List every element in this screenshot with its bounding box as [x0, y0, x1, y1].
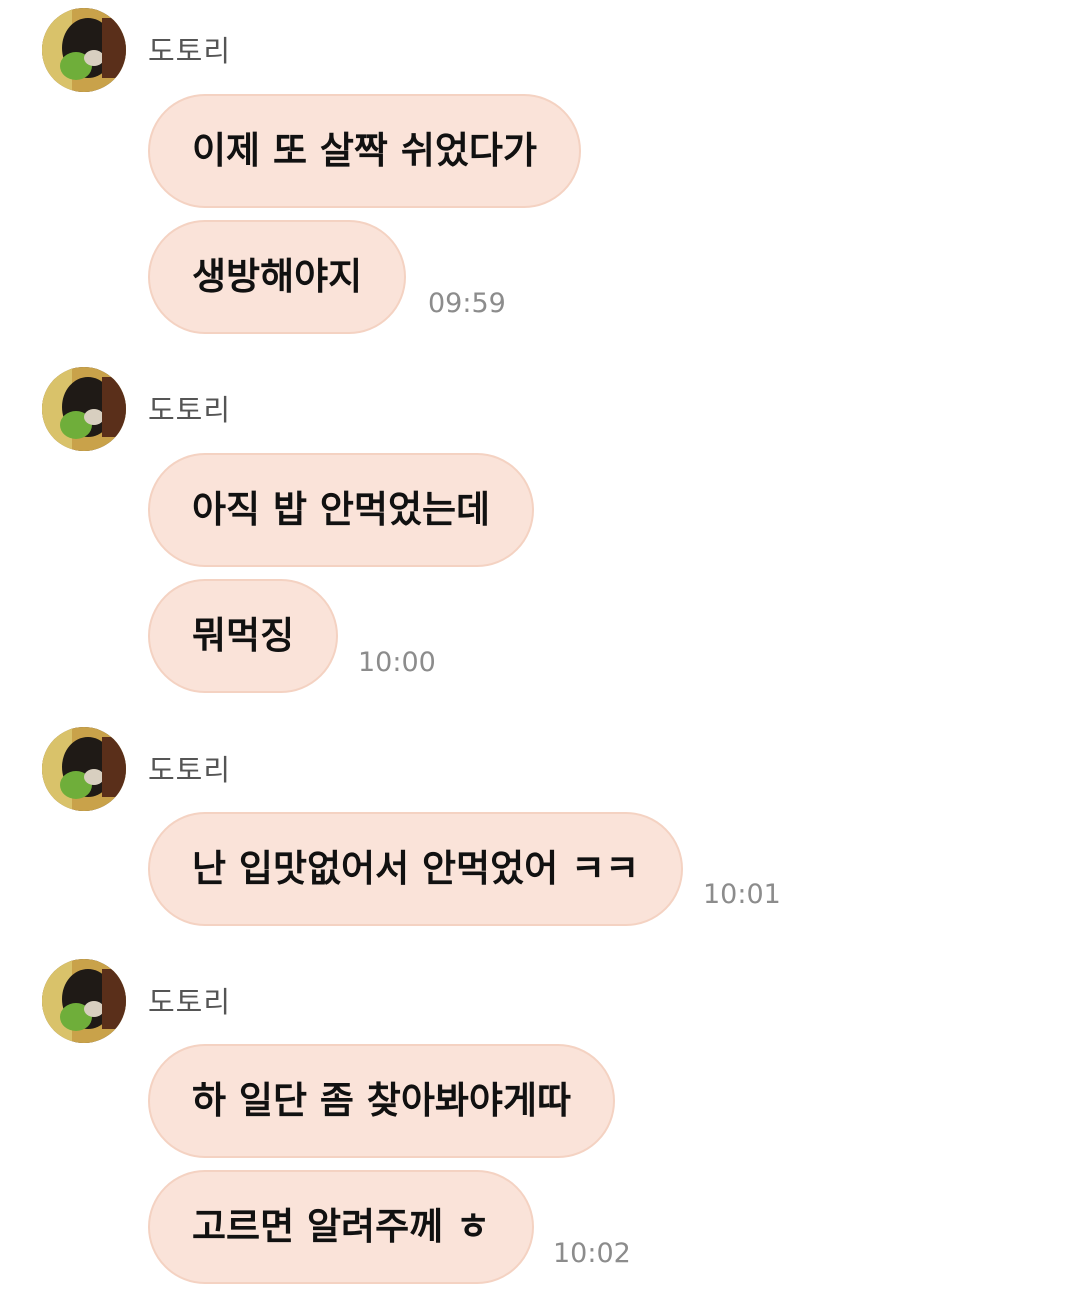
message-timestamp: 10:02 [553, 1238, 631, 1269]
message-bubble[interactable]: 난 입맛없어서 안먹었어 ㅋㅋ [148, 812, 684, 926]
sender-name: 도토리 [148, 753, 232, 787]
message-text: 난 입맛없어서 안먹었어 ㅋㅋ [192, 847, 640, 890]
sender-avatar[interactable] [42, 727, 126, 811]
avatar-image [42, 727, 126, 811]
sender-avatar[interactable] [42, 367, 126, 451]
message-text: 이제 또 살짝 쉬었다가 [192, 129, 538, 172]
sender-avatar[interactable] [42, 8, 126, 92]
message-bubble[interactable]: 아직 밥 안먹었는데 [148, 453, 535, 567]
message-text: 뭐먹징 [192, 614, 295, 657]
avatar-image [42, 367, 126, 451]
avatar-image [42, 8, 126, 92]
message-bubble[interactable]: 뭐먹징 [148, 579, 339, 693]
message-text: 하 일단 좀 찾아봐야게따 [192, 1079, 572, 1122]
message-bubble[interactable]: 고르면 알려주께 ㅎ [148, 1170, 535, 1284]
sender-avatar[interactable] [42, 959, 126, 1043]
message-timestamp: 10:00 [358, 647, 436, 678]
sender-name: 도토리 [148, 393, 232, 427]
sender-name: 도토리 [148, 34, 232, 68]
sender-name: 도토리 [148, 985, 232, 1019]
message-text: 생방해야지 [192, 255, 363, 298]
message-bubble[interactable]: 생방해야지 [148, 220, 407, 334]
message-bubble[interactable]: 이제 또 살짝 쉬었다가 [148, 94, 582, 208]
chat-message-list[interactable]: 도토리 이제 또 살짝 쉬었다가 생방해야지 09:59 도토리 아직 밥 안먹… [0, 0, 1080, 1296]
message-bubble[interactable]: 하 일단 좀 찾아봐야게따 [148, 1044, 616, 1158]
message-text: 아직 밥 안먹었는데 [192, 488, 491, 531]
message-timestamp: 10:01 [703, 879, 781, 910]
message-timestamp: 09:59 [428, 288, 506, 319]
message-text: 고르면 알려주께 ㅎ [192, 1205, 491, 1248]
avatar-image [42, 959, 126, 1043]
